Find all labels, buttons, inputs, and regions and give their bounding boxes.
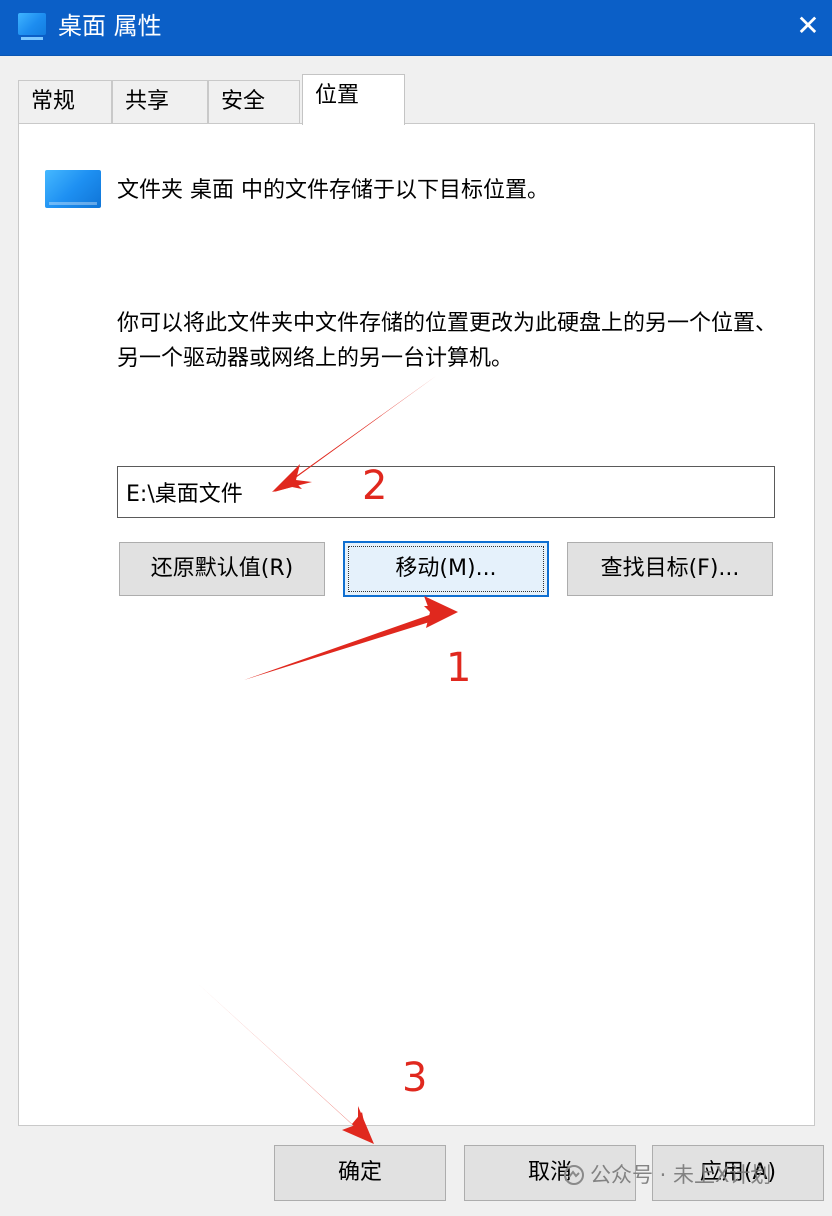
ok-button[interactable]: 确定 [274,1145,446,1201]
window-title: 桌面 属性 [58,12,162,40]
tab-security[interactable]: 安全 [208,80,300,124]
path-input[interactable] [117,466,775,518]
watermark-text: 公众号 · 未上X计划 [590,1163,772,1187]
tab-location[interactable]: 位置 [302,74,405,125]
find-target-button[interactable]: 查找目标(F)... [567,542,773,596]
tab-general[interactable]: 常规 [18,80,112,124]
desktop-folder-icon [45,170,101,208]
step-2-label: 2 [362,463,388,509]
wechat-official-account-icon [564,1165,584,1185]
close-icon[interactable]: ✕ [788,6,828,46]
location-description: 你可以将此文件夹中文件存储的位置更改为此硬盘上的另一个位置、另一个驱动器或网络上… [117,311,778,371]
desktop-folder-icon [18,13,46,40]
title-bar: 桌面 属性 ✕ [0,0,832,56]
tab-sharing[interactable]: 共享 [112,80,208,124]
properties-dialog: 桌面 属性 ✕ 常规 共享 安全 位置 文件夹 桌面 中的文件存储于以下目标位置… [0,0,832,1216]
tab-strip: 常规 共享 安全 位置 [18,74,818,125]
target-location-info: 文件夹 桌面 中的文件存储于以下目标位置。 [117,178,549,203]
move-button[interactable]: 移动(M)... [343,541,549,597]
restore-default-button[interactable]: 还原默认值(R) [119,542,325,596]
step-3-label: 3 [402,1055,428,1101]
location-panel: 文件夹 桌面 中的文件存储于以下目标位置。 你可以将此文件夹中文件存储的位置更改… [18,123,815,1126]
step-1-label: 1 [446,645,472,691]
watermark: 公众号 · 未上X计划 [562,1160,771,1190]
